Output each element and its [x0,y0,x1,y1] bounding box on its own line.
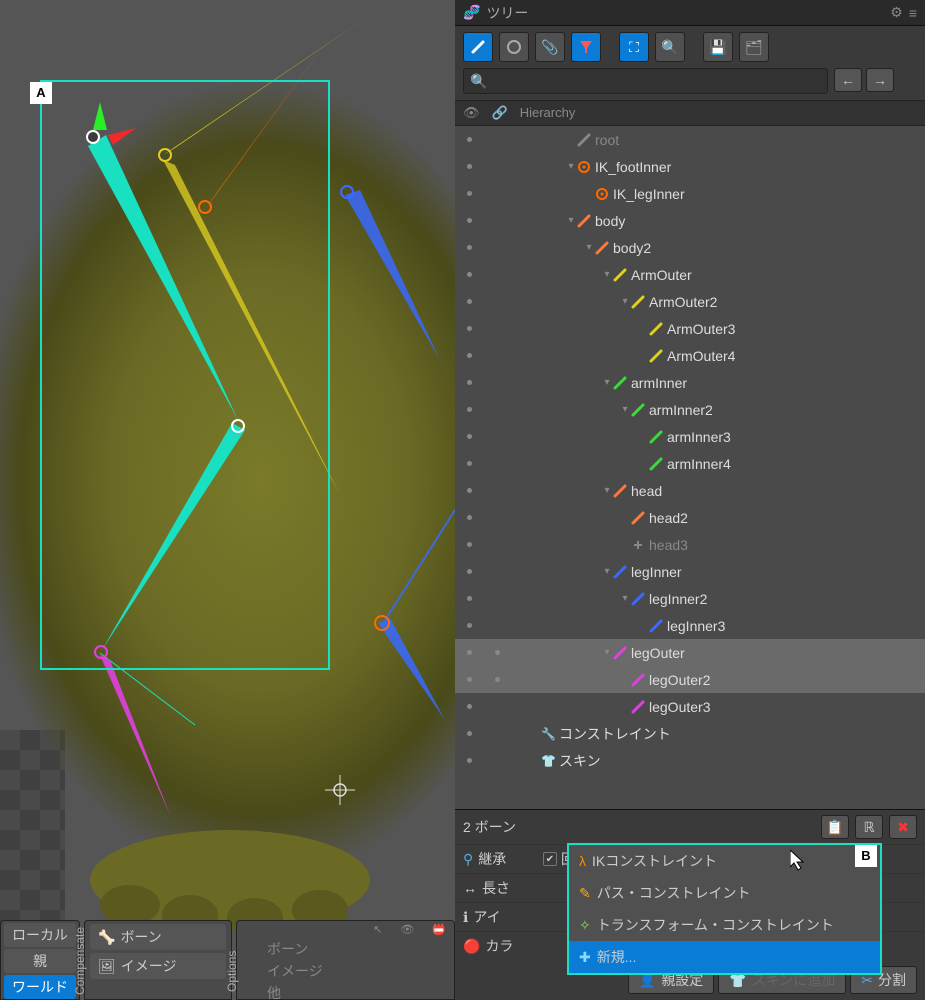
search-icon: 🔍 [470,73,487,90]
selection-count: 2 ボーン [463,817,516,837]
axis-mode-panel: ローカル 親 ワールド [0,920,80,1000]
tree-item-スキン[interactable]: 👕スキン [455,747,925,774]
nav-fwd[interactable]: → [866,68,894,92]
mode-world[interactable]: ワールド [4,975,76,999]
tree-item-ArmOuter3[interactable]: ArmOuter3 [455,315,925,342]
tree-item-root[interactable]: root [455,126,925,153]
compensate-panel: 🦴ボーン 🖼イメージ [84,920,232,1000]
tree-item-IK_legInner[interactable]: IK_legInner [455,180,925,207]
vis-images-row[interactable]: イメージ [262,960,454,982]
tree-item-legOuter[interactable]: ▾legOuter [455,639,925,666]
tree-item-head3[interactable]: head3 [455,531,925,558]
cursor-icon [790,850,808,874]
length-icon: ↔ [463,880,477,896]
inherit-icon: ⚲ [463,851,473,868]
mode-local[interactable]: ローカル [4,923,76,947]
tool-focus[interactable]: ⛶ [619,32,649,62]
panel-tabbar: 🧬 ツリー ⚙ ≡ [455,0,925,26]
tool-circle[interactable] [499,32,529,62]
compensate-label: Compensate [73,927,87,995]
popup-transform[interactable]: ✧トランスフォーム・コンストレイント [569,909,880,941]
delete-button[interactable]: ✖ [889,815,917,839]
hierarchy-label: Hierarchy [520,105,576,121]
tree-item-armInner3[interactable]: armInner3 [455,423,925,450]
tree-item-legInner3[interactable]: legInner3 [455,612,925,639]
tool-search[interactable]: 🔍 [655,32,685,62]
selection-box-a [40,80,330,670]
settings-icon[interactable]: ⚙ [890,4,903,21]
tree-item-ArmOuter2[interactable]: ▾ArmOuter2 [455,288,925,315]
vis-other-row[interactable]: 他 [262,982,454,1000]
color-icon: 🔴 [463,938,480,955]
tree-item-ArmOuter4[interactable]: ArmOuter4 [455,342,925,369]
hierarchy-header: 👁 🔗 Hierarchy [455,100,925,126]
popup-ik[interactable]: λIKコンストレイント [569,845,880,877]
tool-save[interactable]: 💾 [703,32,733,62]
tool-attach[interactable]: 📎 [535,32,565,62]
visibility-icon[interactable]: 👁 [463,105,480,121]
tree-item-legOuter2[interactable]: legOuter2 [455,666,925,693]
constraint-popup: λIKコンストレイント ✎パス・コンストレイント ✧トランスフォーム・コンストレ… [567,843,882,975]
tree-item-head[interactable]: ▾head [455,477,925,504]
tree-item-ArmOuter[interactable]: ▾ArmOuter [455,261,925,288]
tool-saveall[interactable]: 🗂 [739,32,769,62]
copy-button[interactable]: 📋 [821,815,849,839]
tree-item-IK_footInner[interactable]: ▾IK_footInner [455,153,925,180]
mode-parent[interactable]: 親 [4,949,76,973]
tool-bone[interactable] [463,32,493,62]
joint-ik-target[interactable] [374,615,390,631]
link-icon[interactable]: 🔗 [492,105,508,121]
joint-blue1[interactable] [340,185,354,199]
tree-item-armInner2[interactable]: ▾armInner2 [455,396,925,423]
tool-filter[interactable] [571,32,601,62]
tree-item-body2[interactable]: ▾body2 [455,234,925,261]
marker-b: B [855,845,877,867]
tree-item-コンストレイント[interactable]: 🔧コンストレイント [455,720,925,747]
info-icon: ℹ [463,909,468,926]
pivot-crosshair[interactable] [325,775,355,805]
search-input[interactable]: 🔍 [463,68,828,94]
options-label: Options [225,951,239,992]
comp-bones[interactable]: 🦴ボーン [90,924,226,950]
tree-item-legInner2[interactable]: ▾legInner2 [455,585,925,612]
vis-bones-row[interactable]: ボーン [262,938,454,960]
toolbar: 📎 ⛶ 🔍 💾 🗂 🔍 ← → [455,26,925,100]
tree-item-armInner[interactable]: ▾armInner [455,369,925,396]
panel-title: ツリー [486,3,528,23]
hierarchy-tree[interactable]: root▾IK_footInnerIK_legInner▾body▾body2▾… [455,126,925,809]
popup-path[interactable]: ✎パス・コンストレイント [569,877,880,909]
nav-back[interactable]: ← [834,68,862,92]
menu-icon[interactable]: ≡ [909,5,917,21]
options-panel: ↖👁📛 ボーン イメージ 他 [236,920,455,1000]
marker-a: A [30,82,52,104]
comp-images[interactable]: 🖼イメージ [90,953,226,979]
tree-icon: 🧬 [463,4,480,21]
tree-item-body[interactable]: ▾body [455,207,925,234]
popup-new[interactable]: ✚新規... [569,941,880,973]
tree-item-head2[interactable]: head2 [455,504,925,531]
tree-item-legInner[interactable]: ▾legInner [455,558,925,585]
rename-button[interactable]: ℝ [855,815,883,839]
viewport[interactable]: A ローカル 親 ワールド 🦴ボーン 🖼イメージ Compensate ↖👁📛 … [0,0,455,1000]
tree-item-armInner4[interactable]: armInner4 [455,450,925,477]
tree-item-legOuter3[interactable]: legOuter3 [455,693,925,720]
